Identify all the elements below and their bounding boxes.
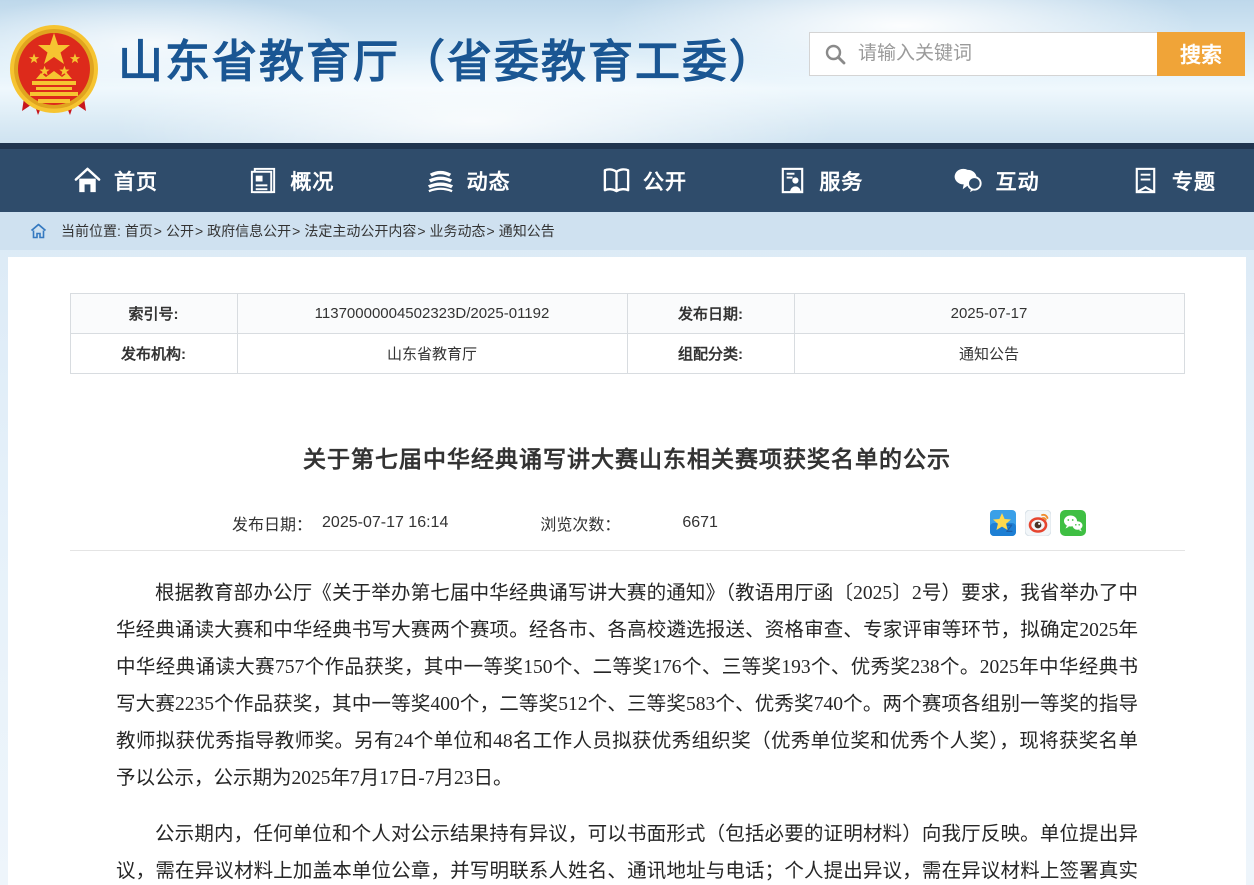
index-number-value: 11370000004502323D/2025-01192 [237,294,627,334]
search-button[interactable]: 搜索 [1157,32,1245,76]
breadcrumb-item-disclosure[interactable]: 公开 [166,221,194,241]
page-background: 索引号: 11370000004502323D/2025-01192 发布日期:… [0,250,1254,885]
breadcrumb-separator: > [417,223,425,239]
nav-item-topics[interactable]: 专题 [1130,165,1216,196]
breadcrumb-item-statutory[interactable]: 法定主动公开内容 [304,221,416,241]
site-title: 山东省教育厅（省委教育工委） [118,25,776,90]
publish-date-label: 发布日期: [627,294,794,334]
breadcrumb-item-gov-info[interactable]: 政府信息公开 [207,221,291,241]
index-number-label: 索引号: [70,294,237,334]
nav-item-overview[interactable]: 概况 [248,165,334,196]
topic-doc-icon [1130,165,1161,196]
chat-bubbles-icon [954,165,985,196]
breadcrumb-separator: > [154,223,162,239]
books-icon [425,165,456,196]
category-label: 组配分类: [627,334,794,374]
qzone-share-icon[interactable]: Z [990,510,1016,536]
article-meta: 发布日期： 2025-07-17 16:14 浏览次数： 6671 Z [8,510,1246,536]
article-body: 根据教育部办公厅《关于举办第七届中华经典诵写讲大赛的通知》（教语用厅函〔2025… [8,551,1246,885]
nav-item-interaction[interactable]: 互动 [954,165,1040,196]
national-emblem-logo [8,23,100,124]
nav-label: 服务 [819,166,863,196]
views-label: 浏览次数： [540,511,620,535]
breadcrumb-separator: > [292,223,300,239]
nav-item-disclosure[interactable]: 公开 [601,165,687,196]
open-book-icon [601,165,632,196]
nav-label: 专题 [1172,166,1216,196]
nav-label: 互动 [996,166,1040,196]
main-nav: 首页 概况 动态 公开 [0,143,1254,212]
table-row: 索引号: 11370000004502323D/2025-01192 发布日期:… [70,294,1184,334]
breadcrumb-separator: > [487,223,495,239]
nav-item-home[interactable]: 首页 [72,165,158,196]
publish-date-meta-label: 发布日期： [232,511,312,535]
service-doc-icon [777,165,808,196]
search-icon [824,43,846,65]
search-input[interactable] [846,33,1157,75]
breadcrumb: 当前位置: 首页 > 公开 > 政府信息公开 > 法定主动公开内容 > 业务动态… [0,212,1254,250]
breadcrumb-item-home[interactable]: 首页 [125,221,153,241]
nav-item-news[interactable]: 动态 [425,165,511,196]
table-row: 发布机构: 山东省教育厅 组配分类: 通知公告 [70,334,1184,374]
wechat-share-icon[interactable] [1060,510,1086,536]
breadcrumb-prefix: 当前位置: [61,221,121,241]
home-icon [72,165,103,196]
breadcrumb-home-icon [30,223,47,239]
category-value: 通知公告 [794,334,1184,374]
breadcrumb-item-business[interactable]: 业务动态 [430,221,486,241]
nav-label: 概况 [290,166,334,196]
weibo-share-icon[interactable] [1025,510,1051,536]
article-paragraph: 公示期内，任何单位和个人对公示结果持有异议，可以书面形式（包括必要的证明材料）向… [116,816,1138,885]
content-card: 索引号: 11370000004502323D/2025-01192 发布日期:… [8,257,1246,885]
nav-label: 动态 [467,166,511,196]
issuing-agency-label: 发布机构: [70,334,237,374]
issuing-agency-value: 山东省教育厅 [237,334,627,374]
breadcrumb-separator: > [195,223,203,239]
publish-date-value: 2025-07-17 [794,294,1184,334]
share-icons: Z [990,510,1086,536]
breadcrumb-item-notices[interactable]: 通知公告 [499,221,555,241]
nav-label: 首页 [114,166,158,196]
article-paragraph: 根据教育部办公厅《关于举办第七届中华经典诵写讲大赛的通知》（教语用厅函〔2025… [116,575,1138,797]
views-value: 6671 [682,514,718,532]
search-box: 搜索 [809,32,1245,76]
document-info-table: 索引号: 11370000004502323D/2025-01192 发布日期:… [70,293,1185,374]
newspaper-icon [248,165,279,196]
publish-date-meta-value: 2025-07-17 16:14 [322,514,448,532]
nav-item-services[interactable]: 服务 [777,165,863,196]
site-header: 山东省教育厅（省委教育工委） 搜索 [0,0,1254,143]
nav-label: 公开 [643,166,687,196]
article-title: 关于第七届中华经典诵写讲大赛山东相关赛项获奖名单的公示 [8,440,1246,474]
